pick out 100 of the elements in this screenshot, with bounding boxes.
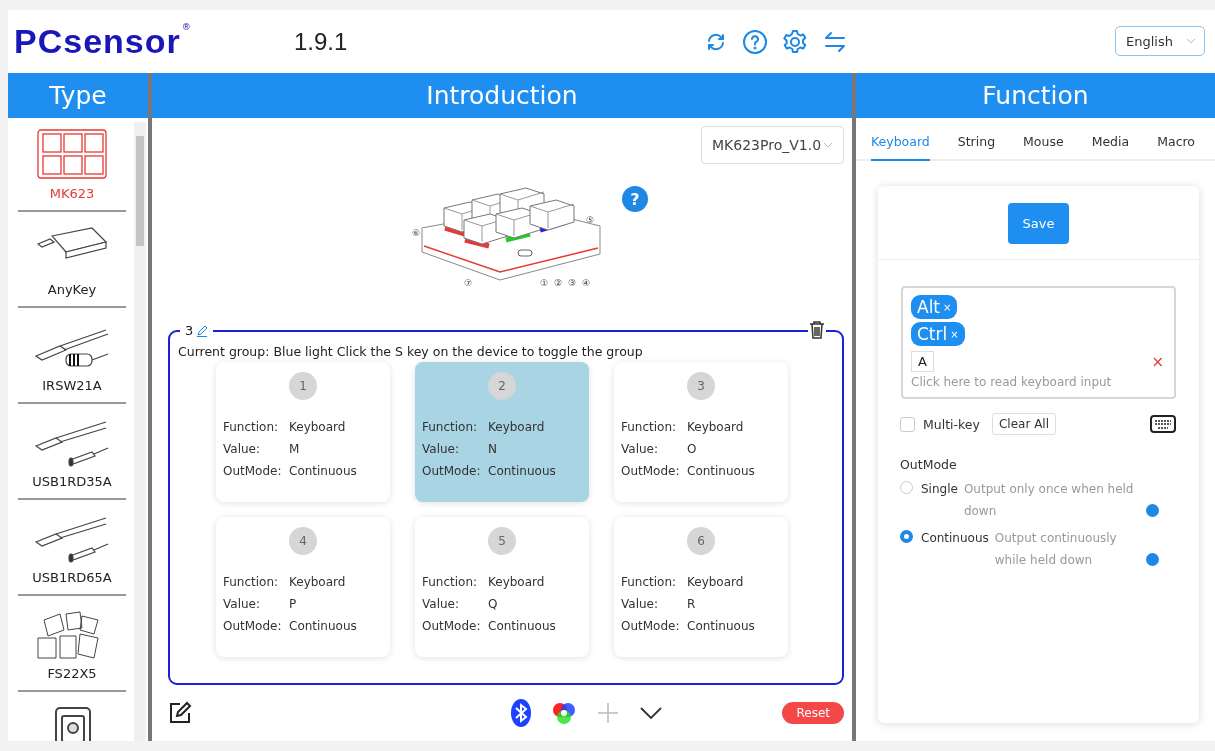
chevron-down-icon[interactable] bbox=[639, 706, 664, 720]
field-label: OutMode: bbox=[621, 619, 681, 633]
registered-mark: ® bbox=[181, 22, 191, 32]
key-card[interactable]: 1 Function: Keyboard Value: M OutMode: Continuous bbox=[216, 362, 390, 502]
key-card[interactable]: 4 Function: Keyboard Value: P OutMode: Continuous bbox=[216, 517, 390, 657]
panel-header: Type bbox=[8, 73, 148, 118]
field-label: OutMode: bbox=[422, 464, 482, 478]
field-value: Continuous bbox=[488, 464, 557, 478]
help-button[interactable]: ? bbox=[622, 186, 648, 212]
chevron-down-icon bbox=[1186, 38, 1196, 44]
model-select[interactable]: MK623Pro_V1.0 bbox=[701, 126, 844, 164]
field-value: Keyboard bbox=[488, 575, 546, 589]
device-type-item[interactable]: MK623 bbox=[18, 118, 126, 212]
field-value: O bbox=[687, 442, 698, 456]
multi-key-checkbox[interactable]: Multi-key bbox=[900, 416, 980, 432]
field-value: N bbox=[488, 442, 498, 456]
callout-number: ① bbox=[540, 278, 549, 288]
key-card[interactable]: 2 Function: Keyboard Value: N OutMode: Continuous bbox=[415, 362, 589, 502]
clear-all-button[interactable]: Clear All bbox=[991, 413, 1057, 435]
field-value: Continuous bbox=[687, 464, 756, 478]
reset-button[interactable]: Reset bbox=[782, 702, 844, 724]
field-label: OutMode: bbox=[422, 619, 482, 633]
field-value: Keyboard bbox=[687, 420, 745, 434]
keyboard-icon[interactable] bbox=[1150, 415, 1176, 433]
scrollbar[interactable] bbox=[134, 122, 146, 741]
field-value: R bbox=[687, 597, 697, 611]
field-value: P bbox=[289, 597, 298, 611]
field-label: OutMode: bbox=[223, 464, 283, 478]
key-number: 6 bbox=[687, 527, 715, 555]
callout-number: ⑤ bbox=[586, 215, 595, 225]
function-tab[interactable]: Keyboard bbox=[871, 132, 930, 161]
brand-logo: PCsensor bbox=[14, 22, 181, 61]
field-label: Function: bbox=[422, 420, 479, 434]
field-label: Value: bbox=[422, 597, 460, 611]
panel-header: Function bbox=[856, 73, 1215, 118]
input-hint: Click here to read keyboard input bbox=[911, 375, 1113, 389]
trash-icon[interactable] bbox=[808, 320, 826, 340]
rgb-light-icon[interactable] bbox=[553, 703, 576, 724]
field-label: Value: bbox=[422, 442, 460, 456]
version-number: 1.9.1 bbox=[294, 27, 349, 56]
field-value: Keyboard bbox=[289, 420, 347, 434]
callout-number: ② bbox=[554, 278, 563, 288]
function-tab[interactable]: Macro bbox=[1157, 132, 1196, 161]
settings-icon[interactable] bbox=[782, 28, 808, 55]
group-number: 3 bbox=[185, 323, 194, 338]
field-value: Q bbox=[488, 597, 499, 611]
field-value: Keyboard bbox=[289, 575, 347, 589]
field-value: Keyboard bbox=[488, 420, 546, 434]
key-card[interactable]: 3 Function: Keyboard Value: O OutMode: Continuous bbox=[614, 362, 788, 502]
pencil-icon[interactable] bbox=[196, 324, 209, 337]
function-tab[interactable]: Mouse bbox=[1023, 132, 1064, 161]
key-number: 2 bbox=[488, 372, 516, 400]
key-chip: A bbox=[911, 351, 934, 372]
option-label: Single bbox=[921, 481, 958, 498]
key-number: 4 bbox=[289, 527, 317, 555]
callout-number: ⑦ bbox=[464, 278, 473, 288]
function-tab[interactable]: String bbox=[957, 132, 996, 161]
function-tab[interactable]: Media bbox=[1091, 132, 1130, 161]
radio-button[interactable] bbox=[900, 530, 913, 543]
option-label: Continuous bbox=[921, 530, 989, 547]
chevron-down-icon bbox=[823, 142, 833, 148]
callout-number: ③ bbox=[568, 278, 577, 288]
edit-icon[interactable] bbox=[168, 701, 192, 725]
key-number: 5 bbox=[488, 527, 516, 555]
key-input-field[interactable]: Alt × Ctrl × A × Click here to read keyboard input bbox=[901, 286, 1176, 399]
field-label: Function: bbox=[621, 575, 678, 589]
field-value: M bbox=[289, 442, 301, 456]
field-label: Function: bbox=[223, 575, 280, 589]
outmode-label: OutMode bbox=[900, 457, 958, 472]
field-value: Continuous bbox=[289, 619, 358, 633]
field-label: Value: bbox=[621, 442, 659, 456]
clear-key-icon[interactable]: × bbox=[1151, 352, 1164, 371]
device-type-item[interactable]: USB1RD65A bbox=[18, 502, 126, 596]
field-label: OutMode: bbox=[621, 464, 681, 478]
field-value: Continuous bbox=[687, 619, 756, 633]
field-label: Value: bbox=[223, 442, 261, 456]
field-value: Continuous bbox=[289, 464, 358, 478]
field-label: OutMode: bbox=[223, 619, 283, 633]
device-type-item[interactable]: AnyKey bbox=[18, 214, 126, 308]
callout-number: ④ bbox=[582, 278, 591, 288]
device-type-item[interactable]: IRSW21A bbox=[18, 310, 126, 404]
field-value: Continuous bbox=[488, 619, 557, 633]
key-number: 1 bbox=[289, 372, 317, 400]
device-type-item[interactable]: FS22X5 bbox=[18, 598, 126, 692]
callout-number: ⑥ bbox=[412, 228, 421, 238]
field-label: Function: bbox=[223, 420, 280, 434]
panel-header: Introduction bbox=[152, 73, 852, 118]
option-description: Output only once when held down bbox=[963, 481, 1135, 520]
bluetooth-icon[interactable] bbox=[511, 699, 532, 727]
field-label: Value: bbox=[223, 597, 261, 611]
language-select[interactable]: English bbox=[1115, 26, 1205, 56]
option-description: Output continuously while held down bbox=[994, 530, 1118, 569]
key-card[interactable]: 5 Function: Keyboard Value: Q OutMode: Continuous bbox=[415, 517, 589, 657]
field-label: Value: bbox=[621, 597, 659, 611]
field-label: Function: bbox=[621, 420, 678, 434]
group-description: Current group: Blue light Click the S key on the device to toggle the group bbox=[178, 344, 644, 359]
key-card[interactable]: 6 Function: Keyboard Value: R OutMode: Continuous bbox=[614, 517, 788, 657]
device-type-item[interactable]: USB1RD35A bbox=[18, 406, 126, 500]
field-value: Keyboard bbox=[687, 575, 745, 589]
field-label: Function: bbox=[422, 575, 479, 589]
